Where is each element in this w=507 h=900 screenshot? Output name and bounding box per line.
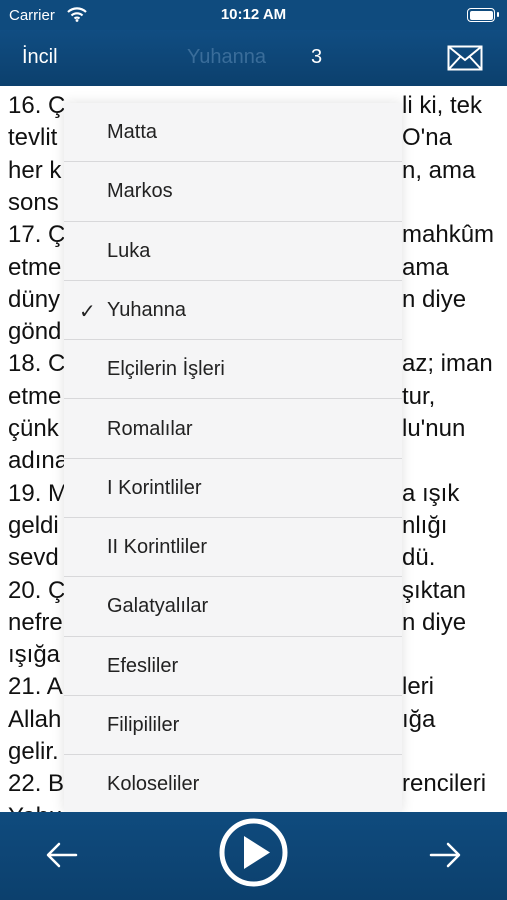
verse-line: 21. A [8,673,63,701]
verse-line-end: rencileri [402,770,487,798]
dropdown-item[interactable]: I Korintliler [64,459,402,519]
verse-line: etme [8,253,62,281]
dropdown-item-label: Yuhanna [107,298,186,321]
dropdown-item-label: Efesliler [107,654,179,677]
verse-line: etme [8,382,62,410]
dropdown-item[interactable]: Galatyalılar [64,577,402,637]
dropdown-item-label: Elçilerin İşleri [107,358,225,381]
verse-line: 20. Ç [8,576,66,604]
verse-line-end: mahkûm [402,221,495,249]
verse-line: Allah [8,705,62,733]
verse-line: çünk [8,415,59,442]
dropdown-item[interactable]: Efesliler [64,637,402,696]
verse-line-end: dü. [402,544,436,572]
book-selector[interactable]: Yuhanna [187,46,266,69]
verse-line: 19. M [8,479,69,507]
verse-line: gönd [8,318,62,346]
status-bar: Carrier 10:12 AM [0,0,507,30]
verse-line: sevd [8,544,59,572]
dropdown-item-label: Koloseliler [107,773,200,796]
dropdown-item-label: II Korintliler [107,536,208,559]
dropdown-item[interactable]: Koloseliler [64,755,402,812]
dropdown-item-label: Galatyalılar [107,595,209,618]
checkmark-icon: ✓ [79,300,96,323]
dropdown-item[interactable]: ✓ Yuhanna [64,281,402,341]
play-icon[interactable] [219,818,288,887]
dropdown-item[interactable]: Markos [64,162,402,222]
back-button[interactable]: İncil [22,46,58,69]
verse-line-end: ığa [402,705,436,733]
dropdown-item[interactable]: Romalılar [64,400,402,459]
verse-line: 18. C [8,350,66,378]
verse-line-end: nlığı [402,511,448,539]
verse-line: sons [8,188,59,216]
verse-line: nefre [8,608,63,636]
navigation-bar: İncil Yuhanna 3 [0,30,507,86]
dropdown-item-label: Luka [107,239,151,262]
mail-icon[interactable] [447,45,483,71]
verse-line: 17. Ç [8,221,66,249]
arrow-right-icon[interactable] [425,837,465,873]
bottom-toolbar [0,812,507,900]
chapter-selector[interactable]: 3 [311,46,322,69]
verse-line-end: leri [402,673,435,701]
dropdown-item-label: Romalılar [107,417,193,440]
verse-line: 16. Ç [8,92,66,119]
verse-line: gelir. [8,738,59,765]
dropdown-item[interactable]: II Korintliler [64,518,402,578]
verse-line-end: tur, [402,382,436,410]
verse-line-end: n, ama [402,156,476,184]
verse-line-end: n diye [402,608,467,636]
verse-line-end: a ışık [402,479,460,507]
verse-line: düny [8,285,61,313]
verse-line-end: li ki, tek [402,92,483,119]
verse-line: ışığa [8,641,61,669]
verse-line: tevlit [8,124,58,152]
dropdown-item[interactable]: Elçilerin İşleri [64,340,402,400]
dropdown-item[interactable]: Matta [64,103,402,163]
verse-line-end: O'na [402,124,452,152]
dropdown-item-label: Markos [107,180,173,203]
verse-line-end: ama [402,253,449,281]
dropdown-item-label: Matta [107,121,158,143]
verse-line: adına [8,447,69,475]
verse-line-end: şıktan [402,576,467,604]
book-dropdown: Matta Markos Luka ✓ Yuhanna Elçilerin İşleri R… [64,103,402,812]
dropdown-item-label: I Korintliler [107,476,202,499]
status-time: 10:12 AM [220,6,287,23]
verse-line-end: az; iman [402,350,493,378]
arrow-left-icon[interactable] [42,837,82,873]
dropdown-item[interactable]: Filipililer [64,696,402,756]
verse-line: geldi [8,511,59,539]
dropdown-item[interactable]: Luka [64,222,402,281]
dropdown-item-label: Filipililer [107,714,180,736]
verse-line-end: lu'nun [402,415,466,442]
verse-line: her k [8,156,62,184]
verse-line-end: n diye [402,285,467,313]
verse-line: 22. B [8,770,65,798]
battery-icon [467,8,499,22]
